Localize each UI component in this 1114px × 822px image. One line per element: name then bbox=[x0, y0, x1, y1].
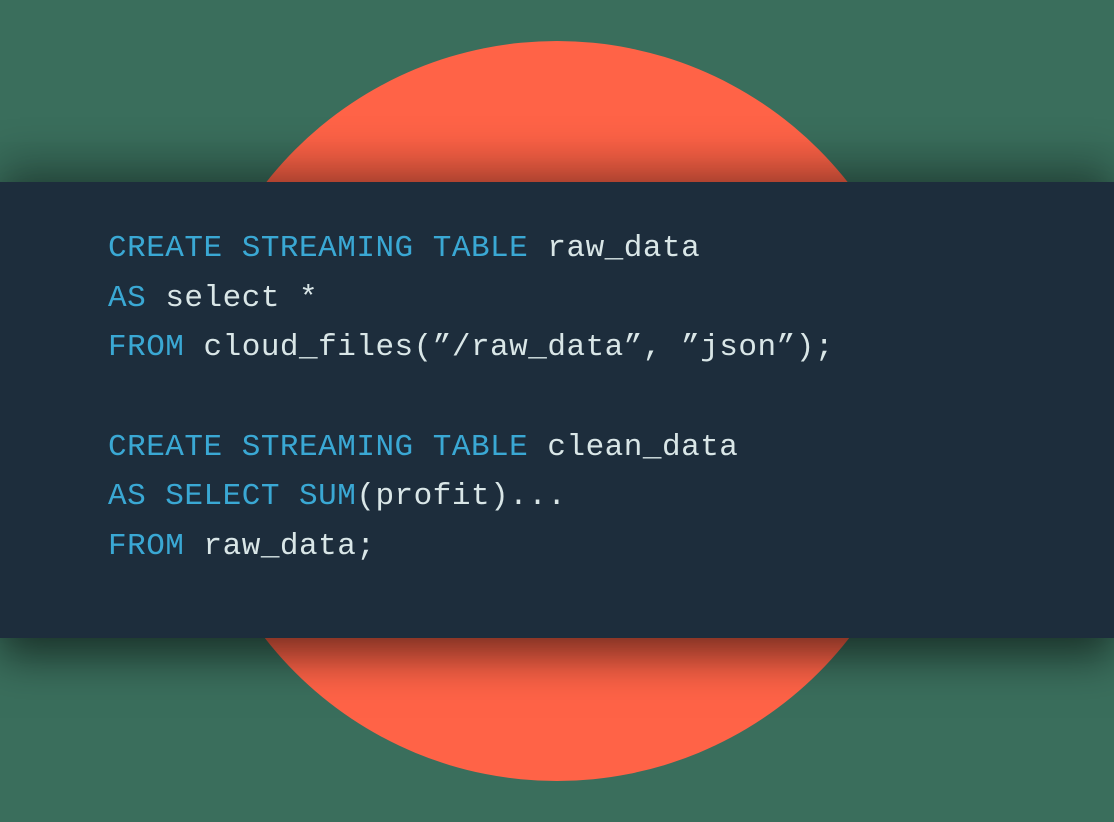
sql-text: cloud_files(”/raw_data”, ”json”); bbox=[204, 330, 834, 365]
sql-text: raw_data bbox=[547, 231, 700, 266]
code-line: FROM raw_data; bbox=[108, 522, 1114, 572]
blank-line bbox=[108, 373, 1114, 423]
sql-keyword: AS bbox=[108, 281, 165, 316]
code-line: AS SELECT SUM(profit)... bbox=[108, 472, 1114, 522]
code-line: CREATE STREAMING TABLE raw_data bbox=[108, 224, 1114, 274]
code-panel: CREATE STREAMING TABLE raw_data AS selec… bbox=[0, 182, 1114, 638]
code-line: AS select * bbox=[108, 274, 1114, 324]
sql-keyword: FROM bbox=[108, 529, 204, 564]
sql-text: raw_data; bbox=[204, 529, 376, 564]
sql-keyword: FROM bbox=[108, 330, 204, 365]
sql-text: clean_data bbox=[547, 430, 738, 465]
code-line: FROM cloud_files(”/raw_data”, ”json”); bbox=[108, 323, 1114, 373]
sql-text: (profit)... bbox=[356, 479, 566, 514]
sql-keyword: AS SELECT SUM bbox=[108, 479, 356, 514]
sql-text: select * bbox=[165, 281, 318, 316]
code-line: CREATE STREAMING TABLE clean_data bbox=[108, 423, 1114, 473]
sql-keyword: CREATE STREAMING TABLE bbox=[108, 430, 547, 465]
sql-keyword: CREATE STREAMING TABLE bbox=[108, 231, 547, 266]
